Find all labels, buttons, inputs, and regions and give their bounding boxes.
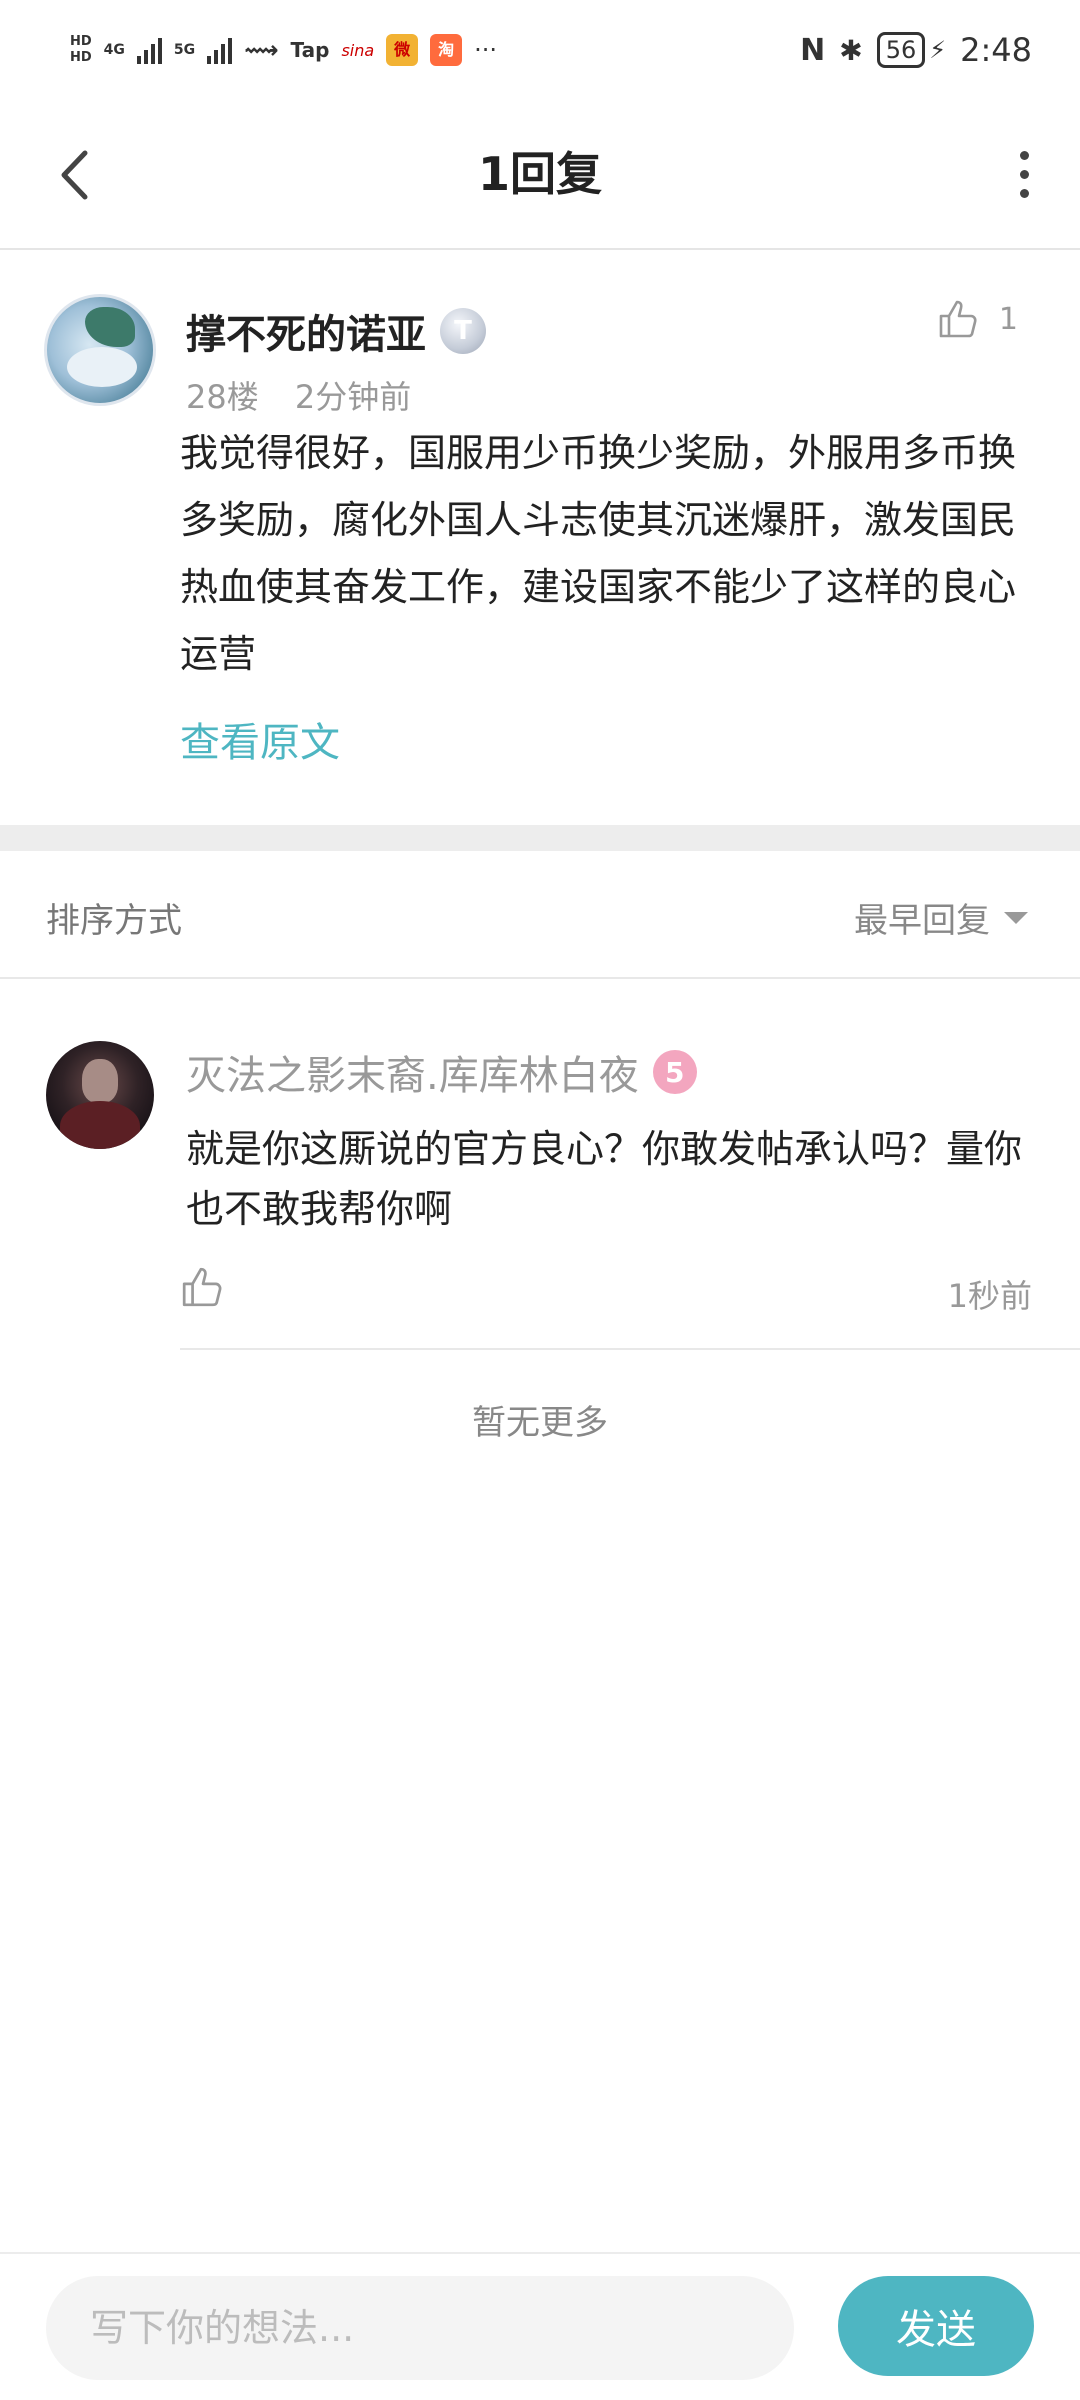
signal-icon-2: [207, 36, 233, 64]
reply-author[interactable]: 灭法之影末裔.库库林白夜 5: [186, 1043, 697, 1101]
battery-icon: 56: [876, 32, 926, 68]
comment-input[interactable]: [46, 2276, 794, 2380]
send-button[interactable]: 发送: [838, 2276, 1034, 2376]
reply-item: 灭法之影末裔.库库林白夜 5 就是你这厮说的官方良心？你敢发帖承认吗？量你也不敢…: [0, 979, 1080, 1351]
like-button[interactable]: 1: [937, 298, 1018, 340]
battery-level: 56: [885, 36, 917, 64]
avatar[interactable]: [46, 1041, 154, 1149]
sort-dropdown[interactable]: 最早回复: [854, 893, 1028, 942]
level-badge-icon: 5: [652, 1050, 697, 1094]
hd-badge: HD HD: [70, 34, 92, 66]
sort-label: 排序方式: [46, 901, 182, 941]
network-5g: 5G: [173, 42, 196, 58]
dropdown-arrow-icon: [1004, 911, 1028, 924]
weibo-app-icon: 微: [386, 34, 419, 66]
sort-bar: 排序方式 最早回复: [0, 851, 1080, 979]
floor-number: 28楼: [186, 378, 259, 416]
comment-author[interactable]: 撑不死的诺亚 T: [186, 302, 486, 360]
clock: 2:48: [960, 31, 1032, 69]
end-of-list-text: 暂无更多: [472, 1403, 608, 1443]
network-4g: 4G: [103, 42, 125, 58]
thumbs-up-icon: [939, 300, 977, 338]
reply-detail-screen: HD HD 4G 5G ⟿ Tap sina 微 淘 ··· N ✱ 56 ⚡: [0, 0, 1080, 2400]
comment-time: 2分钟前: [294, 378, 412, 416]
reply-like-button[interactable]: [180, 1265, 230, 1315]
comment-meta: 28楼 2分钟前: [186, 372, 411, 418]
more-notifications-icon: ···: [474, 36, 498, 64]
view-original-link[interactable]: 查看原文: [180, 710, 340, 768]
sina-app-icon: sina: [341, 40, 375, 60]
more-options-button[interactable]: [1004, 144, 1044, 204]
nfc-icon: N: [800, 32, 826, 68]
composer-bar: 发送: [0, 2252, 1080, 2400]
divider: [180, 1348, 1080, 1350]
status-left: HD HD 4G 5G ⟿ Tap sina 微 淘 ···: [70, 34, 497, 66]
thumbs-up-icon: [182, 1267, 222, 1307]
comment-body: 我觉得很好，国服用少币换少奖励，外服用多币换多奖励，腐化外国人斗志使其沉迷爆肝，…: [180, 431, 1017, 676]
original-comment: 撑不死的诺亚 T 28楼 2分钟前 1 我觉得很好，国服用少币换少奖励，外服用多…: [0, 250, 1080, 825]
shop-app-icon: 淘: [430, 34, 463, 66]
avatar[interactable]: [44, 294, 156, 406]
reply-time: 1秒前: [947, 1277, 1032, 1315]
hd-label-1: HD: [70, 34, 92, 49]
tap-app-icon: Tap: [290, 38, 330, 62]
like-count: 1: [998, 301, 1018, 337]
more-dot-icon: [1019, 169, 1029, 179]
status-bar: HD HD 4G 5G ⟿ Tap sina 微 淘 ··· N ✱ 56 ⚡: [0, 0, 1080, 100]
author-name: 撑不死的诺亚: [186, 312, 426, 358]
hd-label-2: HD: [70, 50, 92, 65]
sort-selected-value: 最早回复: [854, 901, 990, 941]
status-right: N ✱ 56 ⚡ 2:48: [800, 31, 1032, 69]
section-divider: [0, 825, 1080, 851]
wifi-icon: ⟿: [244, 36, 279, 64]
header: 1回复: [0, 100, 1080, 250]
more-dot-icon: [1019, 188, 1029, 198]
reply-body: 就是你这厮说的官方良心？你敢发帖承认吗？量你也不敢我帮你啊: [186, 1127, 1023, 1231]
charging-icon: ⚡: [929, 36, 947, 64]
level-badge-icon: T: [440, 308, 486, 354]
signal-icon: [136, 36, 162, 64]
author-name: 灭法之影末裔.库库林白夜: [186, 1053, 639, 1099]
more-dot-icon: [1019, 150, 1029, 160]
page-title: 1回复: [477, 147, 602, 201]
bluetooth-icon: ✱: [839, 33, 863, 67]
